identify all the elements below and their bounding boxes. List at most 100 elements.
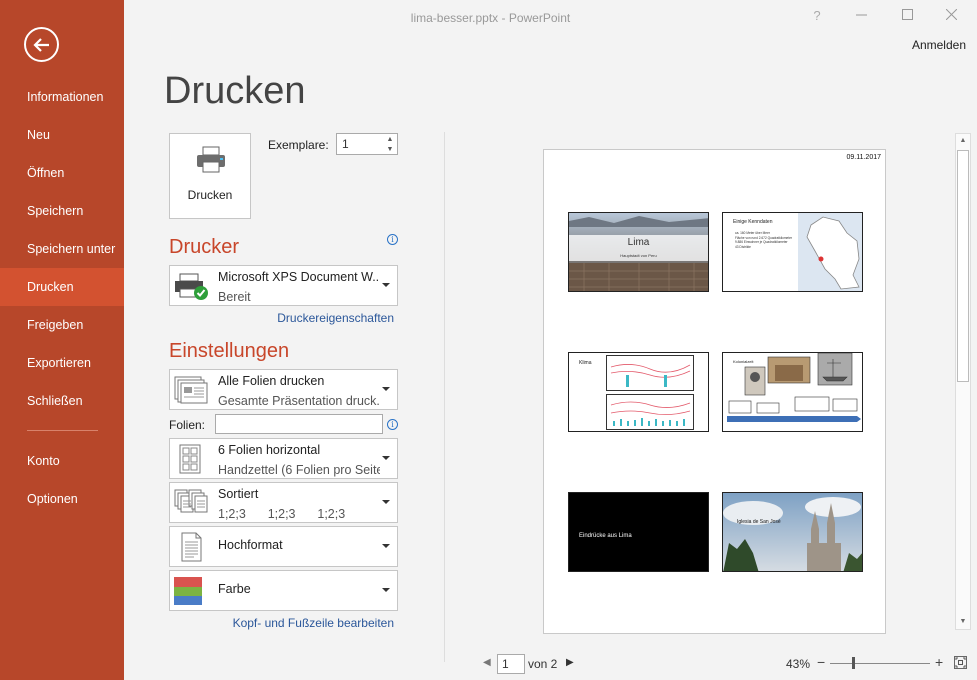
- layout-title: 6 Folien horizontal: [218, 443, 321, 457]
- orientation-title: Hochformat: [218, 538, 283, 552]
- title-bar: lima-besser.pptx - PowerPoint ?: [124, 0, 977, 36]
- church-photo-image: [723, 493, 862, 571]
- scroll-down-icon[interactable]: ▼: [956, 615, 970, 629]
- slides-label: Folien:: [169, 418, 206, 432]
- printer-name: Microsoft XPS Document W...: [218, 270, 378, 284]
- print-range-subtitle: Gesamte Präsentation druck...: [218, 394, 380, 408]
- nav-item-drucken[interactable]: Drucken: [0, 268, 124, 306]
- handout-grid-icon: [179, 444, 201, 474]
- print-button[interactable]: Drucken: [169, 133, 251, 219]
- collate-dropdown[interactable]: Sortiert 1;2;3 1;2;3 1;2;3: [169, 482, 398, 523]
- colonial-timeline-image: [727, 353, 861, 422]
- slide-5-title: Eindrücke aus Lima: [579, 533, 632, 539]
- slide-3-title: Klima: [579, 360, 592, 366]
- printer-properties-link[interactable]: Druckereigenschaften: [260, 311, 394, 325]
- zoom-slider[interactable]: [830, 663, 930, 664]
- sign-in-link[interactable]: Anmelden: [912, 38, 966, 52]
- orientation-dropdown[interactable]: Hochformat: [169, 526, 398, 567]
- help-button[interactable]: ?: [807, 6, 827, 26]
- slide-4-title: Kolonialzeit: [733, 359, 754, 364]
- nav-item-freigeben[interactable]: Freigeben: [0, 306, 124, 344]
- printer-info-icon[interactable]: i: [387, 234, 398, 245]
- slides-input[interactable]: [215, 414, 383, 434]
- slide-thumbnail-3: Klima: [568, 352, 709, 432]
- nav-item-oeffnen[interactable]: Öffnen: [0, 154, 124, 192]
- page-number-input[interactable]: 1: [497, 654, 525, 674]
- collated-pages-icon: [174, 489, 208, 513]
- chevron-down-icon: [382, 283, 390, 287]
- slide-2-bullet: 43 Distrikte: [735, 244, 751, 249]
- nav-item-optionen[interactable]: Optionen: [0, 480, 124, 518]
- fit-page-glyph: [955, 657, 966, 668]
- chevron-down-icon: [382, 500, 390, 504]
- printer-dropdown[interactable]: Microsoft XPS Document W... Bereit: [169, 265, 398, 306]
- previous-page-icon[interactable]: ◀: [483, 657, 491, 668]
- printer-status: Bereit: [218, 290, 251, 304]
- slide-1-title: Lima: [627, 237, 650, 248]
- slide-thumbnail-1: Lima Hauptstadt von Peru: [568, 212, 709, 292]
- slide-thumbnail-4: Kolonialzeit: [722, 352, 863, 432]
- nav-item-exportieren[interactable]: Exportieren: [0, 344, 124, 382]
- fit-to-page-icon[interactable]: [954, 656, 967, 669]
- layout-subtitle: Handzettel (6 Folien pro Seite): [218, 463, 380, 477]
- print-button-label: Drucken: [187, 188, 233, 202]
- color-swatch-icon: [174, 577, 202, 605]
- nav-item-neu[interactable]: Neu: [0, 116, 124, 154]
- scroll-up-icon[interactable]: ▲: [956, 134, 970, 148]
- header-footer-link[interactable]: Kopf- und Fußzeile bearbeiten: [220, 616, 394, 630]
- copies-input[interactable]: 1 ▲ ▼: [336, 133, 398, 155]
- printer-icon: [197, 146, 225, 173]
- close-icon: [945, 8, 957, 21]
- preview-scrollbar[interactable]: ▲ ▼: [955, 133, 971, 630]
- copies-down-icon[interactable]: ▼: [385, 145, 395, 154]
- print-range-title: Alle Folien drucken: [218, 374, 325, 388]
- zoom-out-icon[interactable]: −: [817, 654, 825, 670]
- minimize-icon: [855, 14, 867, 16]
- slides-stack-icon: [174, 376, 208, 404]
- chevron-down-icon: [382, 544, 390, 548]
- slide-1-subtitle: Hauptstadt von Peru: [620, 253, 657, 258]
- collate-title: Sortiert: [218, 487, 259, 501]
- chevron-down-icon: [382, 456, 390, 460]
- layout-dropdown[interactable]: 6 Folien horizontal Handzettel (6 Folien…: [169, 438, 398, 479]
- next-page-icon[interactable]: ▶: [566, 657, 574, 668]
- slides-info-icon[interactable]: i: [387, 419, 398, 430]
- zoom-in-icon[interactable]: +: [935, 654, 943, 670]
- portrait-page-icon: [181, 532, 202, 562]
- print-preview-page: 09.11.2017 Lima Hauptstadt von Peru Eini…: [543, 149, 886, 634]
- zoom-level[interactable]: 43%: [786, 657, 810, 671]
- zoom-slider-thumb[interactable]: [852, 657, 855, 669]
- maximize-icon: [901, 9, 913, 20]
- peru-map-image: [806, 216, 860, 290]
- color-dropdown[interactable]: Farbe: [169, 570, 398, 611]
- copies-value: 1: [342, 137, 349, 151]
- print-range-dropdown[interactable]: Alle Folien drucken Gesamte Präsentation…: [169, 369, 398, 410]
- backstage-sidebar: Informationen Neu Öffnen Speichern Speic…: [0, 0, 124, 680]
- nav-separator: [27, 430, 98, 431]
- printer-ready-icon: [175, 273, 208, 300]
- printer-heading: Drucker: [169, 236, 240, 258]
- copies-label: Exemplare:: [268, 138, 329, 152]
- minimize-button[interactable]: [851, 6, 871, 26]
- slide-2-title: Einige Kenndaten: [733, 219, 773, 225]
- slide-thumbnail-2: Einige Kenndaten ca. 160 Meter über Meer…: [722, 212, 863, 292]
- slide-thumbnail-5: Eindrücke aus Lima: [568, 492, 709, 572]
- copies-up-icon[interactable]: ▲: [385, 135, 395, 144]
- back-button[interactable]: [24, 27, 59, 62]
- slide-thumbnail-6: Iglesia de San José: [722, 492, 863, 572]
- page-title: Drucken: [164, 70, 306, 112]
- climate-charts-image: [606, 355, 694, 430]
- nav-item-speichern-unter[interactable]: Speichern unter: [0, 230, 124, 268]
- nav-item-schliessen[interactable]: Schließen: [0, 382, 124, 420]
- collate-subtitle: 1;2;3 1;2;3 1;2;3: [218, 507, 346, 521]
- slide-2-bullet: 9.886 Einwohner je Quadratkilometer: [735, 240, 788, 244]
- window-title: lima-besser.pptx - PowerPoint: [410, 11, 571, 25]
- nav-item-konto[interactable]: Konto: [0, 442, 124, 480]
- close-button[interactable]: [941, 6, 961, 26]
- page-count: von 2: [528, 657, 558, 671]
- maximize-button[interactable]: [897, 6, 917, 26]
- scroll-thumb[interactable]: [957, 150, 969, 382]
- nav-item-speichern[interactable]: Speichern: [0, 192, 124, 230]
- slide-6-title: Iglesia de San José: [737, 519, 781, 525]
- nav-item-informationen[interactable]: Informationen: [0, 78, 124, 116]
